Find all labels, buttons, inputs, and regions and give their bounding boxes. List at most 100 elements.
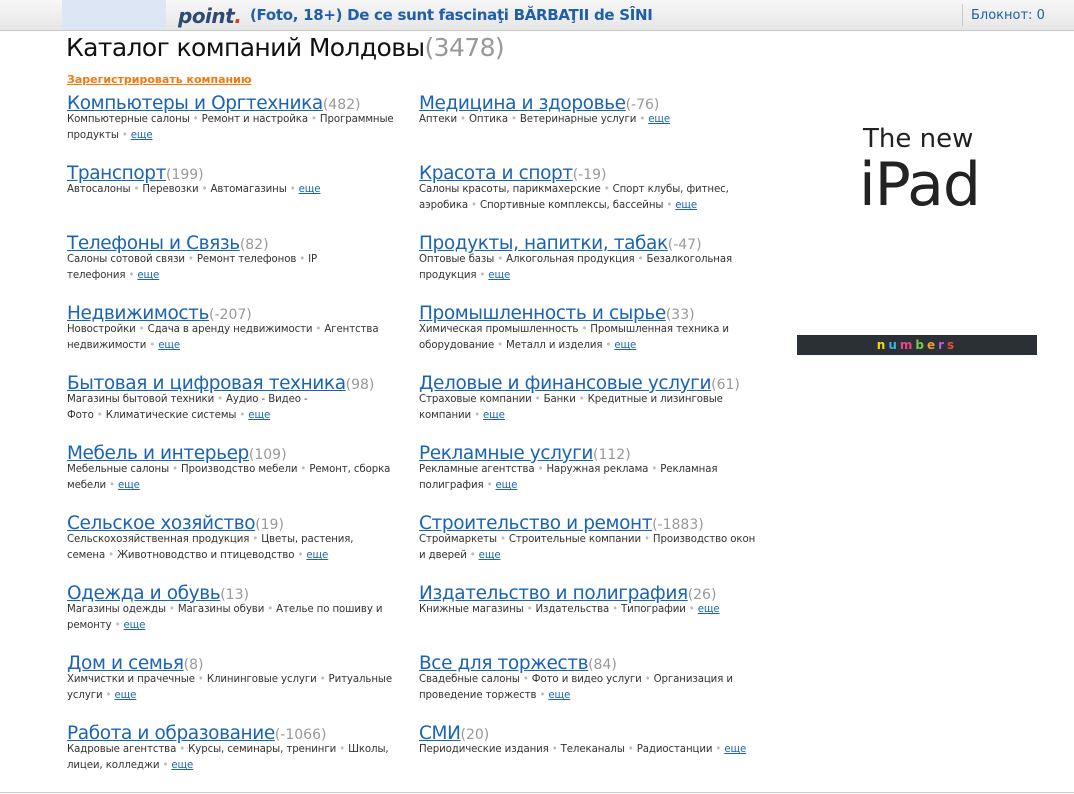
more-link[interactable]: еще (114, 690, 136, 701)
more-link[interactable]: еще (488, 270, 510, 281)
subcategory-item[interactable]: Климатические системы (106, 410, 237, 421)
category-link[interactable]: Красота и спорт (419, 163, 573, 184)
more-link[interactable]: еще (248, 410, 270, 421)
more-link[interactable]: еще (548, 690, 570, 701)
more-link[interactable]: еще (495, 480, 517, 491)
subcategory-item[interactable]: Новостройки (67, 324, 136, 335)
category-link[interactable]: Строительство и ремонт (419, 513, 652, 534)
more-link[interactable]: еще (118, 480, 140, 491)
more-link[interactable]: еще (675, 200, 697, 211)
category-link[interactable]: Дом и семья (67, 653, 184, 674)
category-count: (19) (255, 517, 284, 533)
subcategory-item[interactable]: Книжные магазины (419, 604, 524, 615)
bullet-separator: • (639, 114, 646, 125)
subcategory-item[interactable]: Ремонт телефонов (197, 254, 296, 265)
subcategory-item[interactable]: Строймаркеты (419, 534, 497, 545)
subcategory-item[interactable]: Оптовые базы (419, 254, 494, 265)
subcategory-item[interactable]: Строительные компании (509, 534, 641, 545)
bullet-separator: • (612, 604, 619, 615)
bullet-separator: • (217, 394, 224, 405)
subcategory-item[interactable]: Банки (544, 394, 576, 405)
category-count: (199) (165, 167, 204, 183)
more-link[interactable]: еще (479, 550, 501, 561)
category-link[interactable]: Компьютеры и Оргтехника (67, 93, 323, 114)
more-link[interactable]: еще (483, 410, 505, 421)
subcategory-item[interactable]: Страховые компании (419, 394, 532, 405)
category-link[interactable]: СМИ (419, 723, 461, 744)
subcategory-item[interactable]: Фото и видео услуги (532, 674, 642, 685)
ipad-advertisement[interactable]: The new iPad numbers (797, 120, 1037, 355)
category-link[interactable]: Мебель и интерьер (67, 443, 249, 464)
more-link[interactable]: еще (306, 550, 328, 561)
subcategory-item[interactable]: Ветеринарные услуги (520, 114, 636, 125)
subcategory-item[interactable]: Автомагазины (210, 184, 286, 195)
subcategory-item[interactable]: Мебельные салоны (67, 464, 169, 475)
more-link[interactable]: еще (137, 270, 159, 281)
subcategory-item[interactable]: Химчистки и прачечные (67, 674, 195, 685)
subcategory-item[interactable]: Типографии (621, 604, 686, 615)
subcategory-item[interactable]: Алкогольная продукция (506, 254, 635, 265)
category-link[interactable]: Рекламные услуги (419, 443, 593, 464)
subcategory-item[interactable]: Кадровые агентства (67, 744, 176, 755)
subcategory-item[interactable]: Рекламные агентства (419, 464, 535, 475)
more-link[interactable]: еще (124, 620, 146, 631)
subcategory-item[interactable]: Металл и изделия (506, 340, 602, 351)
more-link[interactable]: еще (299, 184, 321, 195)
category-link[interactable]: Промышленность и сырье (419, 303, 666, 324)
more-link[interactable]: еще (698, 604, 720, 615)
subcategory-item[interactable]: Автосалоны (67, 184, 131, 195)
subcategory-item[interactable]: Магазины бытовой техники (67, 394, 214, 405)
subcategory-item[interactable]: Наружная реклама (546, 464, 648, 475)
subcategory-item[interactable]: Спортивные комплексы, бассейны (480, 200, 663, 211)
category-link[interactable]: Одежда и обувь (67, 583, 221, 604)
subcategory-item[interactable]: Перевозки (142, 184, 198, 195)
subcategory-item[interactable]: Телеканалы (561, 744, 625, 755)
category-link[interactable]: Бытовая и цифровая техника (67, 373, 346, 394)
bullet-separator: • (537, 464, 544, 475)
subcategory-item[interactable]: Издательства (536, 604, 610, 615)
subcategory-item[interactable]: Животноводство и птицеводство (117, 550, 294, 561)
bullet-separator: • (534, 394, 541, 405)
bullet-separator: • (578, 394, 585, 405)
more-link[interactable]: еще (171, 760, 193, 771)
more-link[interactable]: еще (648, 114, 670, 125)
category-link[interactable]: Сельское хозяйство (67, 513, 256, 534)
subcategory-item[interactable]: Оптика (469, 114, 508, 125)
category-link[interactable]: Телефоны и Связь (67, 233, 240, 254)
subcategory-item[interactable]: Салоны сотовой связи (67, 254, 185, 265)
notepad-link[interactable]: Блокнот: 0 (971, 8, 1045, 23)
more-link[interactable]: еще (158, 340, 180, 351)
subcategory-item[interactable]: Магазины обуви (178, 604, 264, 615)
subcategory-item[interactable]: Свадебные салоны (419, 674, 520, 685)
subcategory-item[interactable]: Сельскохозяйственная продукция (67, 534, 249, 545)
subcategory-item[interactable]: Ремонт и настройка (202, 114, 308, 125)
category-link[interactable]: Издательство и полиграфия (419, 583, 688, 604)
more-link[interactable]: еще (131, 130, 153, 141)
subcategory-item[interactable]: Периодические издания (419, 744, 549, 755)
point-logo[interactable]: point. (178, 4, 242, 28)
subcategory-item[interactable]: Клининговые услуги (207, 674, 317, 685)
subcategory-item[interactable]: Радиостанции (637, 744, 713, 755)
subcategory-item[interactable]: Аптеки (419, 114, 457, 125)
category-link[interactable]: Деловые и финансовые услуги (419, 373, 712, 394)
subcategory-item[interactable]: Компьютерные салоны (67, 114, 190, 125)
category-link[interactable]: Продукты, напитки, табак (419, 233, 668, 254)
subcategory-item[interactable]: Салоны красоты, парикмахерские (419, 184, 601, 195)
more-link[interactable]: еще (614, 340, 636, 351)
subcategory-item[interactable]: Производство мебели (181, 464, 298, 475)
register-company-link[interactable]: Зарегистрировать компанию (67, 73, 252, 86)
category-link[interactable]: Медицина и здоровье (419, 93, 626, 114)
subcategory-item[interactable]: Курсы, семинары, тренинги (188, 744, 336, 755)
subcategory-item[interactable]: Химическая промышленность (419, 324, 578, 335)
subcategory-item[interactable]: Магазины одежды (67, 604, 166, 615)
category-link[interactable]: Работа и образование (67, 723, 275, 744)
category-block: Красота и спорт(-19) Салоны красоты, пари… (419, 163, 764, 214)
subcategory-item[interactable]: Сдача в аренду недвижимости (148, 324, 313, 335)
category-link[interactable]: Недвижимость (67, 303, 209, 324)
category-count: (-1066) (274, 727, 327, 743)
category-link[interactable]: Транспорт (67, 163, 166, 184)
category-link[interactable]: Все для торжеств (419, 653, 588, 674)
headline-link[interactable]: (Foto, 18+) De ce sunt fascinaţi BĂRBAŢI… (250, 6, 653, 24)
bullet-separator: • (172, 464, 178, 475)
more-link[interactable]: еще (724, 744, 746, 755)
